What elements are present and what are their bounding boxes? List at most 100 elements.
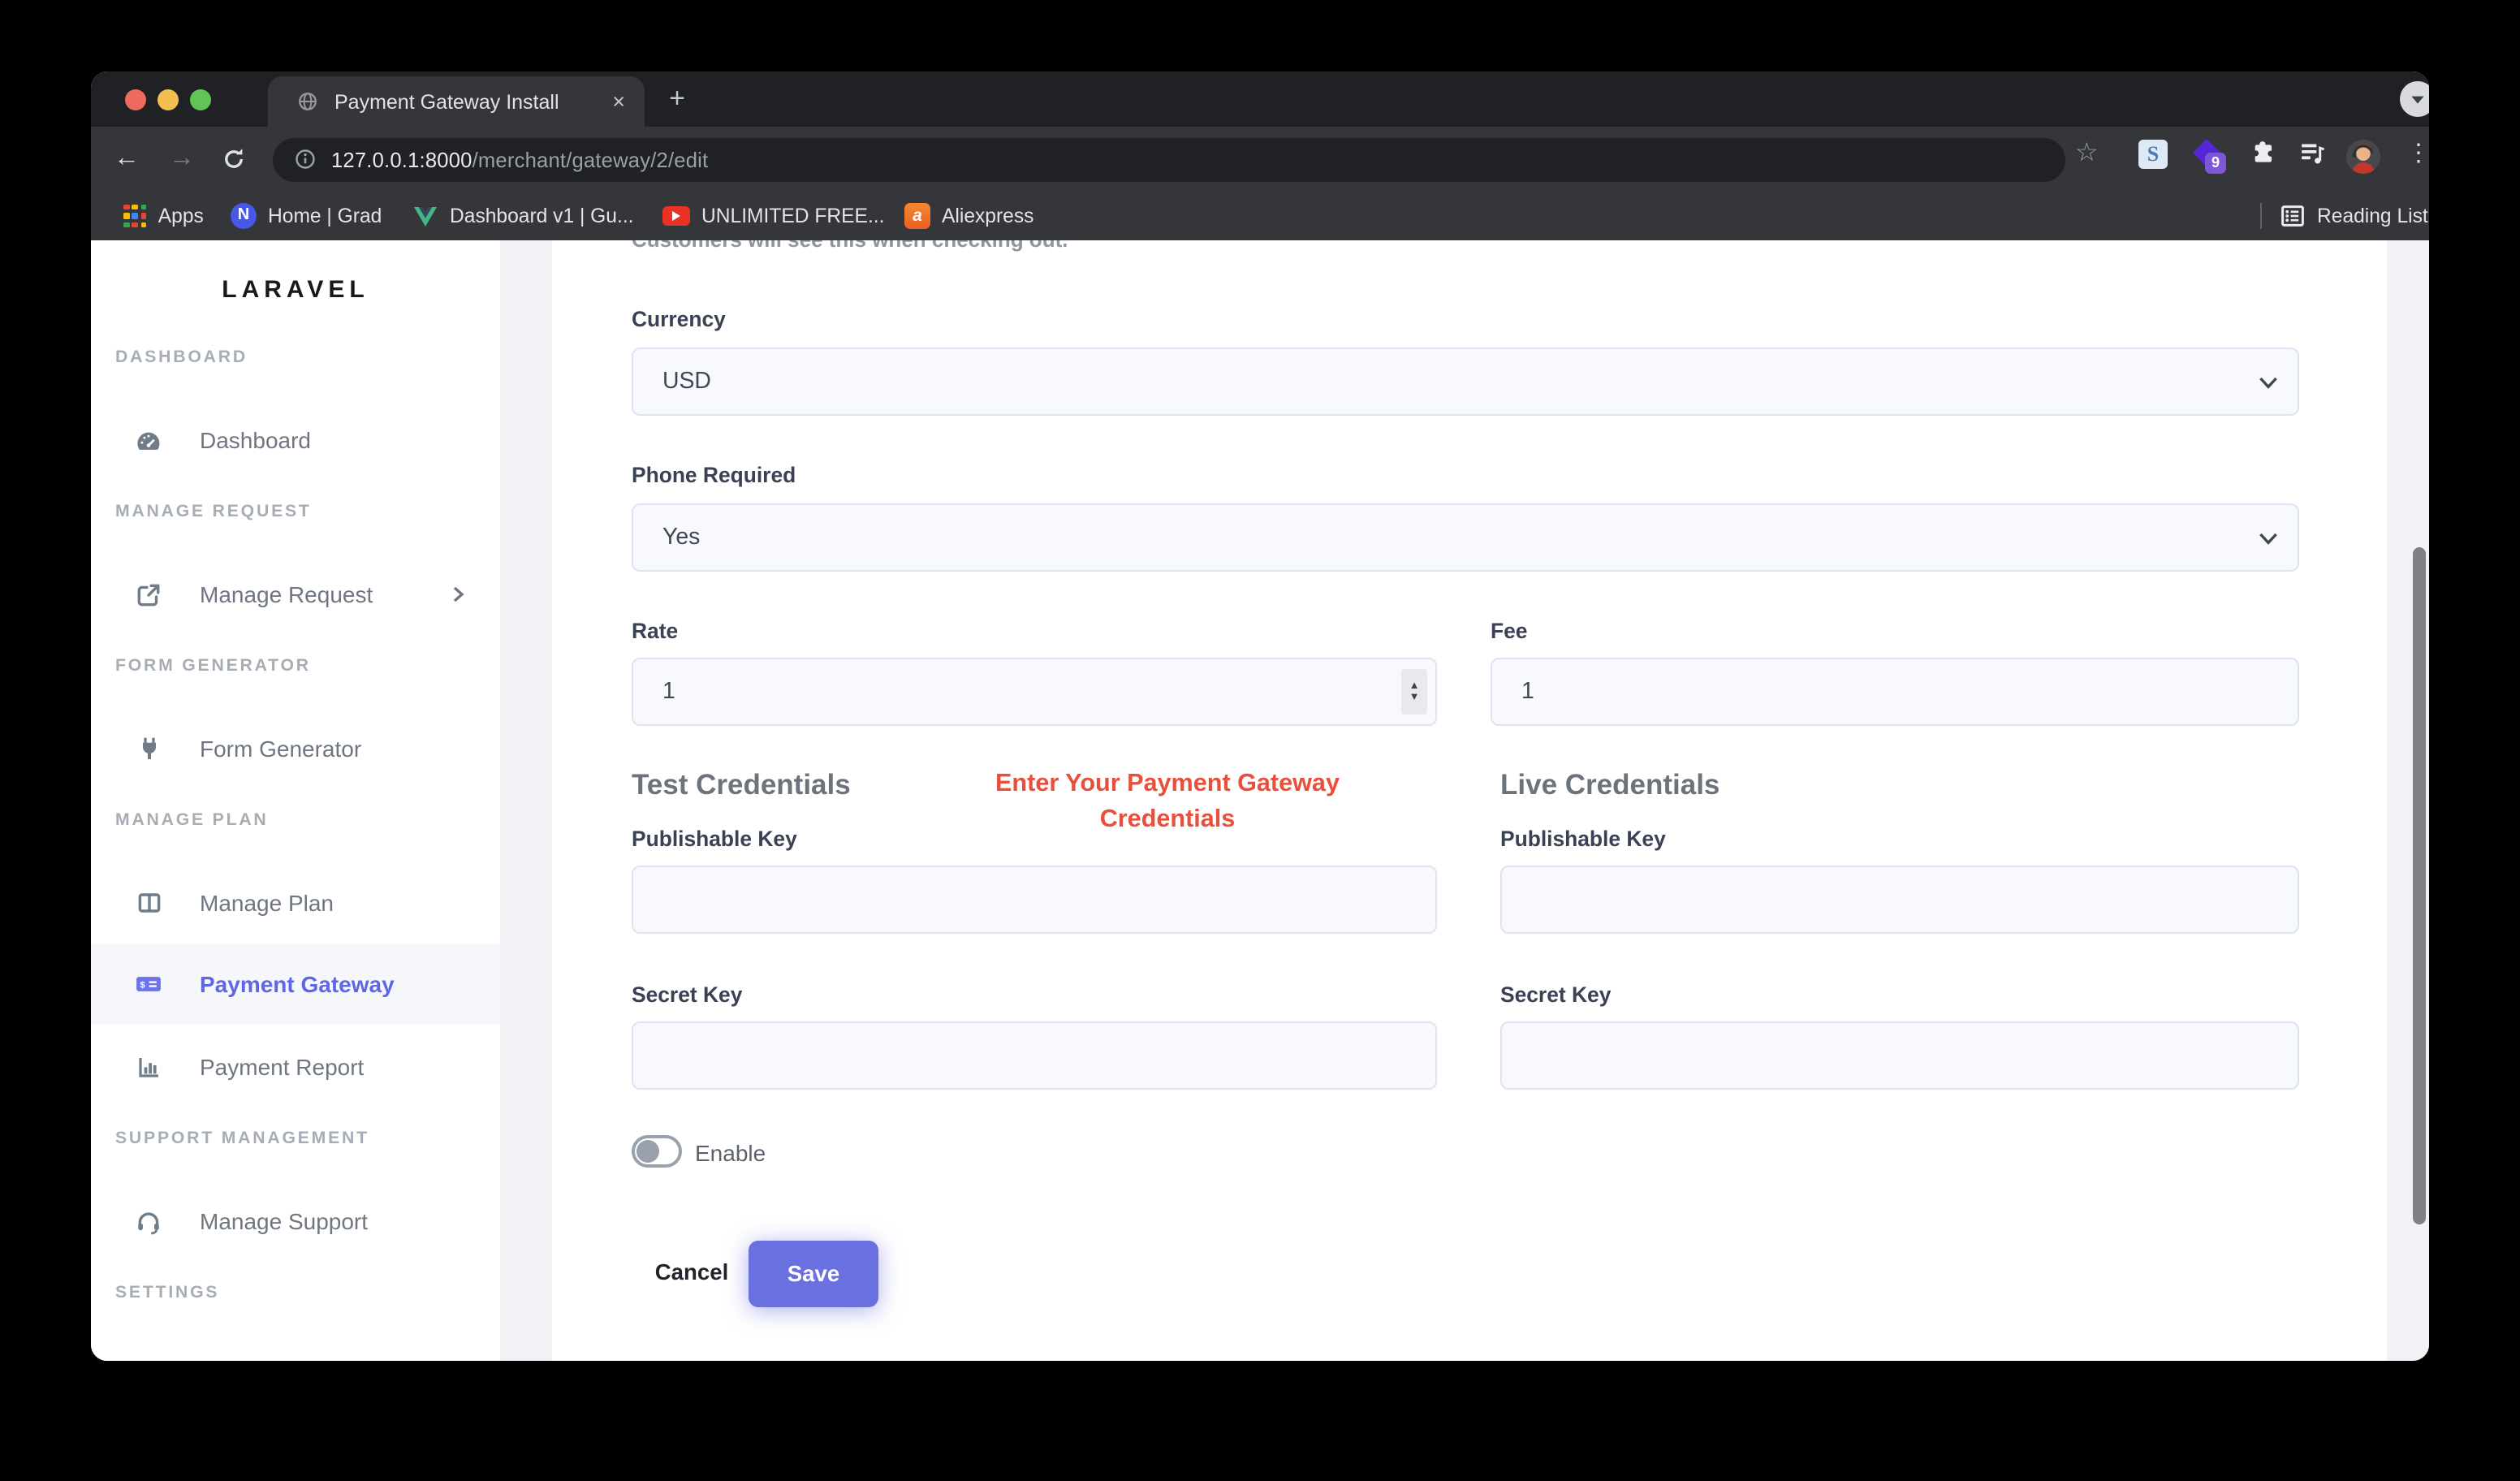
back-button[interactable]: ← (107, 140, 146, 179)
minimize-window-button[interactable] (157, 89, 178, 110)
sidebar-item-payment-gateway[interactable]: $ Payment Gateway (91, 943, 500, 1025)
sidebar-item-label: Payment Gateway (200, 971, 395, 997)
sidebar-item-label: Dashboard (200, 427, 311, 453)
browser-tab[interactable]: Payment Gateway Install × (268, 76, 645, 127)
sidebar-item-label: Manage Support (200, 1208, 368, 1234)
sidebar-item-manage-request[interactable]: Manage Request (91, 570, 500, 619)
sidebar-item-dashboard[interactable]: Dashboard (91, 416, 500, 464)
extension-s-icon[interactable]: S (2138, 140, 2168, 169)
live-secret-key-input[interactable] (1500, 1021, 2299, 1090)
reading-list-icon (2280, 203, 2306, 229)
reading-list-button[interactable]: Reading List (2280, 192, 2428, 240)
youtube-icon (662, 206, 690, 226)
test-publishable-key-input[interactable] (632, 866, 1437, 934)
address-bar[interactable]: 127.0.0.1:8000/merchant/gateway/2/edit (273, 137, 2065, 181)
rate-input[interactable]: 1 ▲▼ (632, 658, 1437, 726)
currency-value: USD (662, 369, 711, 395)
browser-window: Payment Gateway Install × + ← → (91, 71, 2429, 1361)
fee-input[interactable]: 1 (1491, 658, 2299, 726)
test-secret-key-input[interactable] (632, 1021, 1437, 1090)
credentials-warning-text: Enter Your Payment Gateway Credentials (940, 766, 1395, 838)
url-host: 127.0.0.1:8000 (331, 147, 472, 171)
extensions-puzzle-icon[interactable] (2249, 140, 2276, 175)
bookmark-aliexpress[interactable]: a Aliexpress (904, 192, 1033, 240)
enable-toggle[interactable] (632, 1135, 682, 1168)
live-credentials-heading: Live Credentials (1500, 768, 1720, 802)
sidebar-item-form-generator[interactable]: Form Generator (91, 724, 500, 773)
playlist-music-icon[interactable] (2299, 140, 2327, 175)
gauge-icon (135, 426, 162, 454)
currency-label: Currency (632, 307, 726, 331)
currency-select[interactable]: USD (632, 348, 2299, 416)
test-publishable-key-label: Publishable Key (632, 827, 797, 851)
rate-label: Rate (632, 619, 678, 643)
sidebar: LARAVEL DASHBOARD Dashboard MANAGE REQUE… (91, 240, 500, 1361)
section-label-support-management: SUPPORT MANAGEMENT (115, 1129, 369, 1148)
bookmark-label: Home | Grad (268, 205, 382, 227)
site-info-icon[interactable] (294, 148, 317, 171)
svg-text:$: $ (140, 981, 145, 991)
tab-search-button[interactable] (2400, 81, 2429, 117)
url-text: 127.0.0.1:8000/merchant/gateway/2/edit (331, 147, 708, 171)
bookmark-apps[interactable]: Apps (123, 192, 204, 240)
globe-icon (297, 91, 318, 112)
section-label-settings: SETTINGS (115, 1283, 219, 1302)
live-publishable-key-label: Publishable Key (1500, 827, 1666, 851)
cancel-button[interactable]: Cancel (646, 1260, 737, 1285)
bookmark-dashboard-v1[interactable]: Dashboard v1 | Gu... (412, 192, 634, 240)
phone-required-value: Yes (662, 525, 700, 551)
chevron-down-icon (2259, 533, 2278, 546)
chevron-down-icon (2400, 81, 2429, 117)
share-icon (135, 581, 162, 608)
gear-icon: ⚙ (135, 1358, 162, 1361)
sidebar-item-settings[interactable]: ⚙ Settings (91, 1348, 500, 1361)
save-button[interactable]: Save (749, 1241, 878, 1307)
sidebar-item-manage-plan[interactable]: Manage Plan (91, 879, 500, 927)
extension-diamond-icon[interactable]: 9 (2194, 140, 2229, 175)
reload-button[interactable] (214, 140, 253, 179)
live-secret-key-label: Secret Key (1500, 982, 1611, 1007)
phone-required-select[interactable]: Yes (632, 503, 2299, 572)
sidebar-item-label: Manage Request (200, 581, 373, 607)
vue-logo-icon (412, 204, 438, 228)
bookmarks-divider (2260, 203, 2262, 229)
apps-grid-icon (123, 205, 147, 228)
profile-avatar[interactable] (2346, 139, 2380, 173)
sidebar-item-label: Manage Plan (200, 890, 334, 916)
bookmark-label: Apps (158, 205, 204, 227)
bookmark-home-grad[interactable]: N Home | Grad (231, 192, 382, 240)
bar-chart-icon (135, 1053, 162, 1081)
live-publishable-key-input[interactable] (1500, 866, 2299, 934)
forward-button[interactable]: → (162, 140, 201, 179)
bookmark-youtube[interactable]: UNLIMITED FREE... (662, 192, 884, 240)
new-tab-button[interactable]: + (658, 80, 697, 119)
page-viewport: LARAVEL DASHBOARD Dashboard MANAGE REQUE… (91, 240, 2429, 1361)
extension-badge: 9 (2205, 153, 2226, 174)
tab-close-icon[interactable]: × (612, 89, 625, 114)
headset-icon (135, 1207, 162, 1235)
section-label-form-generator: FORM GENERATOR (115, 656, 311, 676)
zoom-window-button[interactable] (189, 89, 210, 110)
fee-value: 1 (1521, 679, 1534, 705)
sidebar-item-manage-support[interactable]: Manage Support (91, 1197, 500, 1246)
title-bar: Payment Gateway Install × + (91, 71, 2429, 127)
section-label-manage-request: MANAGE REQUEST (115, 502, 312, 521)
checkout-hint-text: Customers will see this when checking ou… (632, 240, 1068, 252)
plug-icon (135, 735, 162, 762)
number-spinner[interactable]: ▲▼ (1401, 669, 1427, 715)
bookmark-label: Dashboard v1 | Gu... (450, 205, 634, 227)
test-credentials-heading: Test Credentials (632, 768, 851, 802)
sidebar-item-payment-report[interactable]: Payment Report (91, 1043, 500, 1091)
browser-menu-icon[interactable]: ⋮ (2406, 138, 2429, 167)
toggle-knob (636, 1140, 659, 1163)
chevron-right-icon (450, 586, 466, 602)
close-window-button[interactable] (124, 89, 145, 110)
bookmark-label: UNLIMITED FREE... (701, 205, 884, 227)
bookmark-star-icon[interactable]: ☆ (2075, 136, 2099, 169)
enable-label: Enable (695, 1140, 766, 1166)
phone-required-label: Phone Required (632, 463, 796, 487)
bookmark-label: Aliexpress (942, 205, 1033, 227)
sidebar-item-label: Payment Report (200, 1054, 364, 1080)
money-check-icon: $ (135, 970, 162, 998)
page-scrollbar-thumb[interactable] (2413, 547, 2426, 1224)
